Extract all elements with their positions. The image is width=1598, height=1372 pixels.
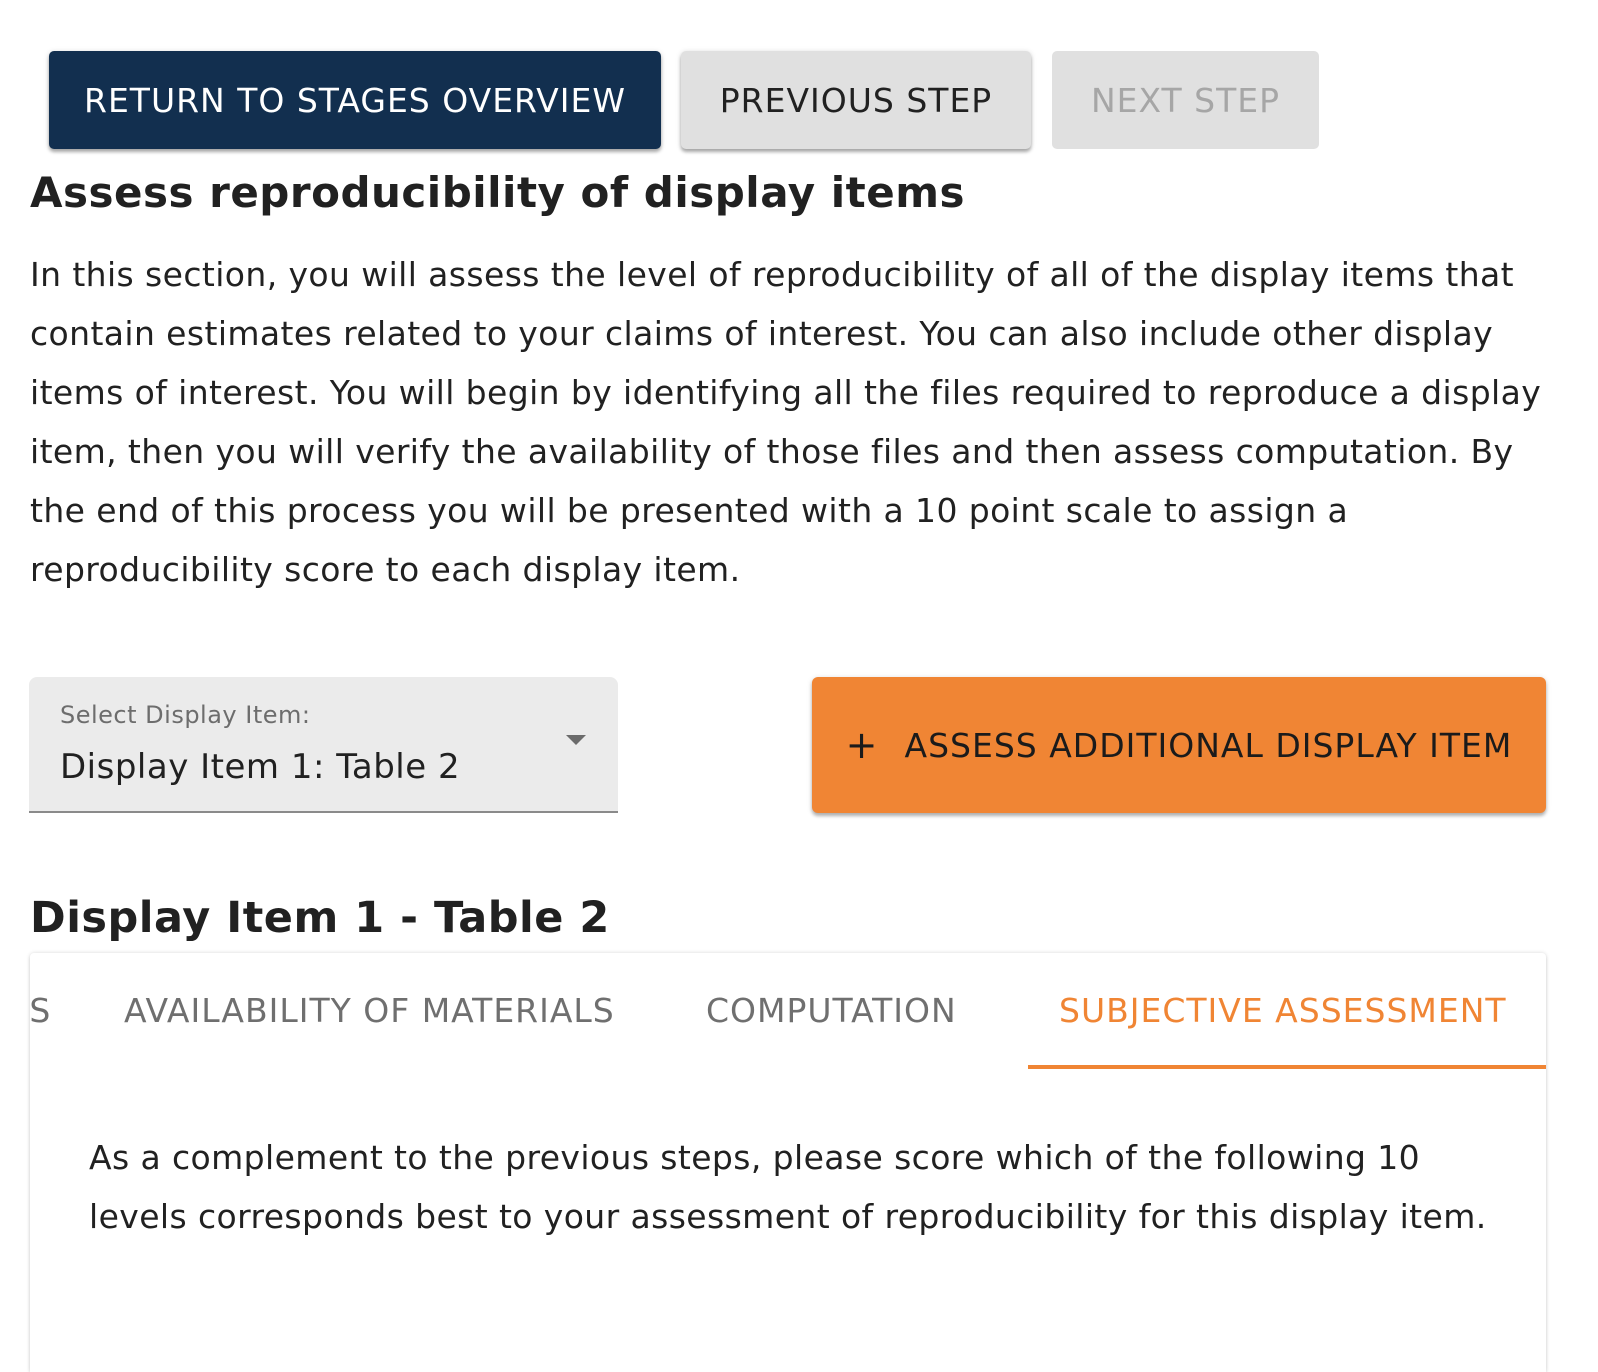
tab-bar: LS AVAILABILITY OF MATERIALS COMPUTATION… [30, 953, 1546, 1069]
display-item-title: Display Item 1 - Table 2 [30, 893, 610, 943]
display-item-select[interactable]: Select Display Item: Display Item 1: Tab… [29, 677, 618, 813]
select-value: Display Item 1: Table 2 [60, 747, 461, 787]
section-title: Assess reproducibility of display items [30, 168, 965, 217]
return-to-stages-overview-button[interactable]: RETURN TO STAGES OVERVIEW [49, 51, 661, 149]
assessment-panel: LS AVAILABILITY OF MATERIALS COMPUTATION… [30, 953, 1546, 1372]
select-label: Select Display Item: [60, 701, 311, 729]
assess-button-label: ASSESS ADDITIONAL DISPLAY ITEM [904, 725, 1513, 765]
previous-step-button[interactable]: PREVIOUS STEP [681, 51, 1031, 149]
next-step-button: NEXT STEP [1052, 51, 1319, 149]
tab-subjective-assessment[interactable]: SUBJECTIVE ASSESSMENT [1059, 991, 1507, 1030]
dropdown-arrow-icon [566, 735, 586, 745]
active-tab-indicator [1028, 1065, 1546, 1069]
section-intro: In this section, you will assess the lev… [30, 255, 1542, 589]
tab-availability-of-materials[interactable]: AVAILABILITY OF MATERIALS [124, 991, 615, 1030]
subjective-assessment-text: As a complement to the previous steps, p… [89, 1138, 1487, 1236]
tab-computation[interactable]: COMPUTATION [706, 991, 957, 1030]
plus-icon: + [845, 723, 879, 767]
tab-partial[interactable]: LS [30, 991, 51, 1030]
assess-additional-display-item-button[interactable]: + ASSESS ADDITIONAL DISPLAY ITEM [812, 677, 1546, 813]
